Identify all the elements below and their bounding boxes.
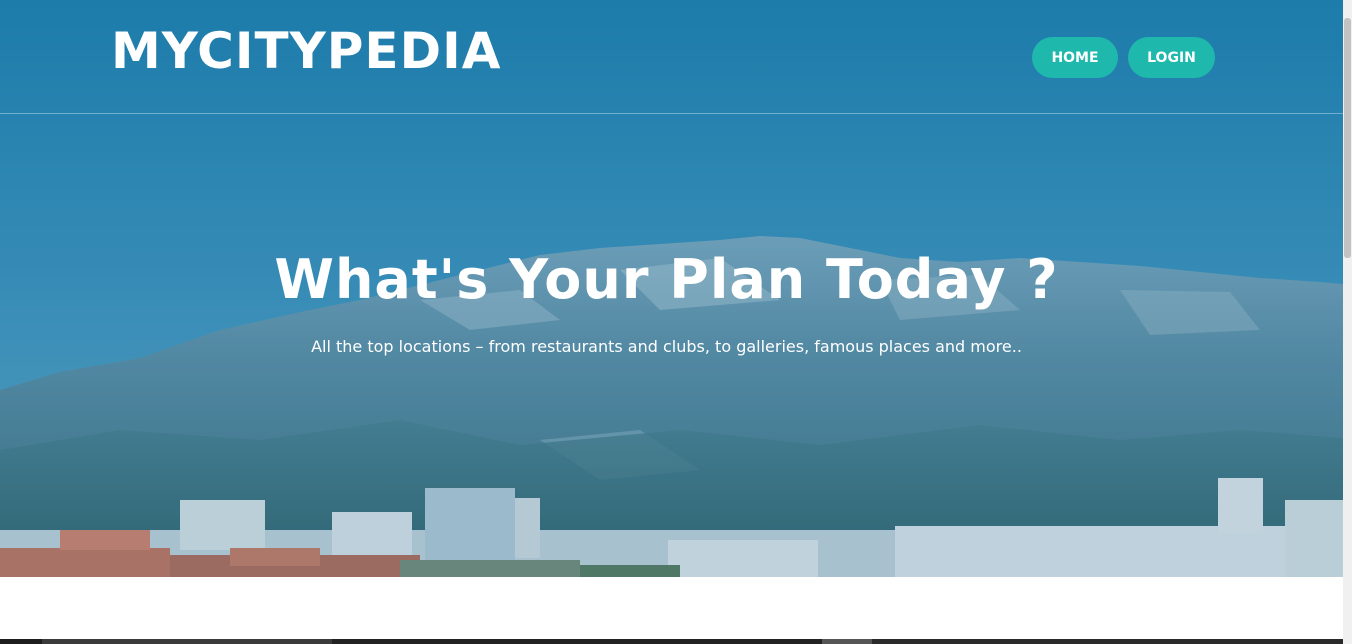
nav-home-button[interactable]: HOME	[1032, 37, 1118, 78]
bottom-content-strip	[0, 639, 1343, 644]
hero-subtitle: All the top locations – from restaurants…	[311, 337, 1022, 356]
scrollbar-thumb[interactable]	[1344, 18, 1351, 258]
hero-section: MYCITYPEDIA HOME LOGIN What's Your Plan …	[0, 0, 1343, 577]
nav-login-button[interactable]: LOGIN	[1128, 37, 1215, 78]
navbar: MYCITYPEDIA HOME LOGIN	[0, 0, 1343, 114]
site-logo[interactable]: MYCITYPEDIA	[111, 20, 501, 82]
hero-title: What's Your Plan Today ?	[274, 248, 1059, 311]
page: MYCITYPEDIA HOME LOGIN What's Your Plan …	[0, 0, 1343, 644]
vertical-scrollbar[interactable]	[1343, 0, 1352, 644]
